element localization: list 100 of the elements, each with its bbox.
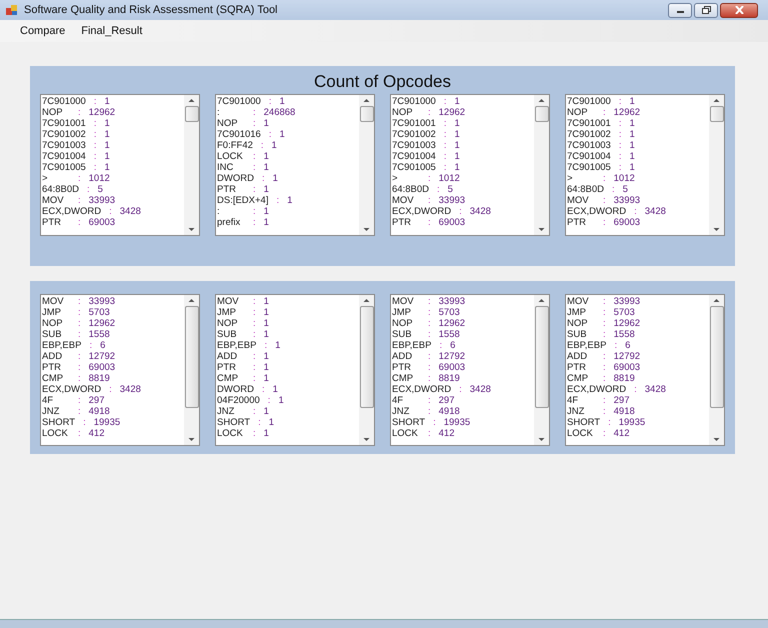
opcode-name: 4F — [392, 395, 404, 406]
opcode-count: 297 — [438, 395, 454, 406]
scroll-down-icon — [538, 437, 545, 442]
separator: : — [83, 417, 86, 428]
separator: : — [436, 184, 440, 195]
separator: : — [603, 173, 606, 184]
text-box[interactable]: MOV : 33993 JMP : 5703 NOP : 12962 SUB : 1558 EBP,EBP : 6 ADD : 12792 PTR : 69003 CMP : 8819 ECX,DWORD : 3428 4F : 297 JNZ : 4918 SHORT : 19935 LOCK : 412 — [40, 294, 200, 446]
opcode-name: 7C901000 — [42, 96, 86, 107]
opcode-count: 1 — [104, 162, 110, 173]
separator: : — [618, 151, 622, 162]
scrollbar[interactable] — [534, 95, 549, 235]
text-box[interactable]: 7C901000 : 1 : : 246868 NOP : 1 7C901016 : 1 F0:FF42 : 1 LOCK : 1 INC : 1 DWORD : 1 PTR : 1 DS:[EDX+4] : 1 : : 1 prefix : 1 — [215, 94, 375, 236]
restore-button[interactable] — [694, 2, 718, 18]
separator: : — [603, 329, 606, 340]
separator: : — [618, 162, 622, 173]
scroll-thumb[interactable] — [710, 306, 724, 408]
scrollbar[interactable] — [709, 95, 724, 235]
separator: : — [109, 206, 112, 217]
separator: : — [253, 162, 256, 173]
opcode-name: PTR — [217, 184, 237, 195]
text-box[interactable]: MOV : 33993 JMP : 5703 NOP : 12962 SUB : 1558 EBP,EBP : 6 ADD : 12792 PTR : 69003 CMP : 8819 ECX,DWORD : 3428 4F : 297 JNZ : 4918 SHORT : 19935 LOCK : 412 — [565, 294, 725, 446]
separator: : — [444, 118, 446, 129]
text-box[interactable]: 7C901000 : 1 NOP : 12962 7C901001 : 1 7C901002 : 1 7C901003 : 1 7C901004 : 1 7C901005 : 1 > : 1012 64:8B0D : 5 MOV : 33993 ECX,DWORD : 3428 PTR : 69003 — [40, 94, 200, 236]
separator: : — [603, 307, 606, 318]
opcode-count: 5703 — [88, 307, 110, 318]
opcode-count: 1 — [264, 206, 269, 217]
opcode-name: PTR — [392, 362, 412, 373]
opcode-name: NOP — [42, 107, 64, 118]
opcode-name: ECX,DWORD — [567, 384, 626, 395]
scrollbar[interactable] — [534, 295, 549, 445]
scroll-thumb[interactable] — [360, 106, 374, 122]
separator: : — [253, 184, 256, 195]
scroll-thumb[interactable] — [360, 306, 374, 408]
scrollbar[interactable] — [184, 295, 199, 445]
opcode-name: SUB — [42, 329, 63, 340]
opcode-count: 69003 — [438, 362, 466, 373]
opcode-count: 4918 — [614, 406, 635, 417]
separator: : — [603, 217, 606, 228]
separator: : — [94, 129, 96, 140]
opcode-count: 1 — [272, 173, 278, 184]
opcode-name: SUB — [217, 329, 238, 340]
scroll-up-icon — [188, 98, 195, 103]
opcode-count: 1 — [454, 140, 460, 151]
opcode-name: LOCK — [217, 151, 244, 162]
minimize-button[interactable] — [668, 2, 692, 18]
scroll-thumb[interactable] — [185, 306, 199, 408]
opcode-count: 33993 — [88, 195, 116, 206]
scroll-thumb[interactable] — [535, 106, 549, 122]
separator: : — [428, 107, 431, 118]
opcode-count: 4918 — [438, 406, 460, 417]
scroll-thumb[interactable] — [710, 106, 724, 122]
opcode-count: 12962 — [88, 107, 116, 118]
close-button[interactable] — [720, 2, 758, 18]
scrollbar[interactable] — [709, 295, 724, 445]
separator: : — [603, 406, 606, 417]
opcode-count: 1 — [264, 428, 269, 439]
opcode-name: NOP — [567, 107, 589, 118]
separator: : — [428, 395, 431, 406]
scroll-up-icon — [363, 98, 370, 103]
scrollbar[interactable] — [359, 95, 374, 235]
scroll-up-icon — [538, 298, 545, 303]
menu-item[interactable]: Compare — [20, 25, 66, 37]
opcode-name: 7C901001 — [42, 118, 86, 129]
separator: : — [253, 307, 256, 318]
opcode-count: 1 — [264, 318, 269, 329]
scroll-thumb[interactable] — [535, 306, 549, 408]
scrollbar[interactable] — [184, 95, 199, 235]
panel-title: Count of Opcodes — [312, 71, 452, 93]
text-box[interactable]: MOV : 1 JMP : 1 NOP : 1 SUB : 1 EBP,EBP : 1 ADD : 1 PTR : 1 CMP : 1 DWORD : 1 04F20000 : 1 JNZ : 1 SHORT : 1 LOCK : 1 — [215, 294, 375, 446]
opcode-count: 3428 — [644, 206, 666, 217]
scroll-down-icon — [713, 437, 720, 442]
opcode-name: ECX,DWORD — [567, 206, 626, 217]
scroll-thumb[interactable] — [185, 106, 199, 122]
opcode-name: ADD — [392, 351, 414, 362]
separator: : — [268, 96, 272, 107]
separator: : — [444, 96, 446, 107]
text-box[interactable]: 7C901000 : 1 NOP : 12962 7C901001 : 1 7C901002 : 1 7C901003 : 1 7C901004 : 1 7C901005 : 1 > : 1012 64:8B0D : 5 MOV : 33993 ECX,DWORD : 3428 PTR : 69003 — [390, 94, 550, 236]
separator: : — [612, 184, 615, 195]
opcode-name: 7C901002 — [392, 129, 436, 140]
text-box[interactable]: 7C901000 : 1 NOP : 12962 7C901001 : 1 7C901002 : 1 7C901003 : 1 7C901004 : 1 7C901005 : 1 > : 1012 64:8B0D : 5 MOV : 33993 ECX,DWORD : 3428 PTR : 69003 — [565, 94, 725, 236]
opcode-count: 5703 — [438, 307, 460, 318]
opcode-count: 1 — [287, 195, 292, 206]
opcode-count: 1 — [630, 129, 635, 140]
opcode-count: 33993 — [88, 296, 116, 307]
opcode-count: 297 — [88, 395, 104, 406]
opcode-count: 1012 — [438, 173, 460, 184]
menu-item[interactable]: Final_Result — [81, 25, 142, 37]
opcode-name: ADD — [217, 351, 238, 362]
separator: : — [94, 162, 96, 173]
opcode-name: SHORT — [42, 417, 76, 428]
app-icon — [6, 4, 18, 16]
separator: : — [428, 351, 431, 362]
text-box[interactable]: MOV : 33993 JMP : 5703 NOP : 12962 SUB : 1558 EBP,EBP : 6 ADD : 12792 PTR : 69003 CMP : 8819 ECX,DWORD : 3428 4F : 297 JNZ : 4918 SHORT : 19935 LOCK : 412 — [390, 294, 550, 446]
opcode-count: 1 — [264, 329, 269, 340]
scrollbar[interactable] — [359, 295, 374, 445]
opcode-count: 6 — [100, 340, 106, 351]
separator: : — [253, 151, 256, 162]
scroll-down-icon — [538, 227, 545, 232]
opcode-name: SHORT — [392, 417, 426, 428]
opcode-count: 69003 — [614, 217, 640, 228]
